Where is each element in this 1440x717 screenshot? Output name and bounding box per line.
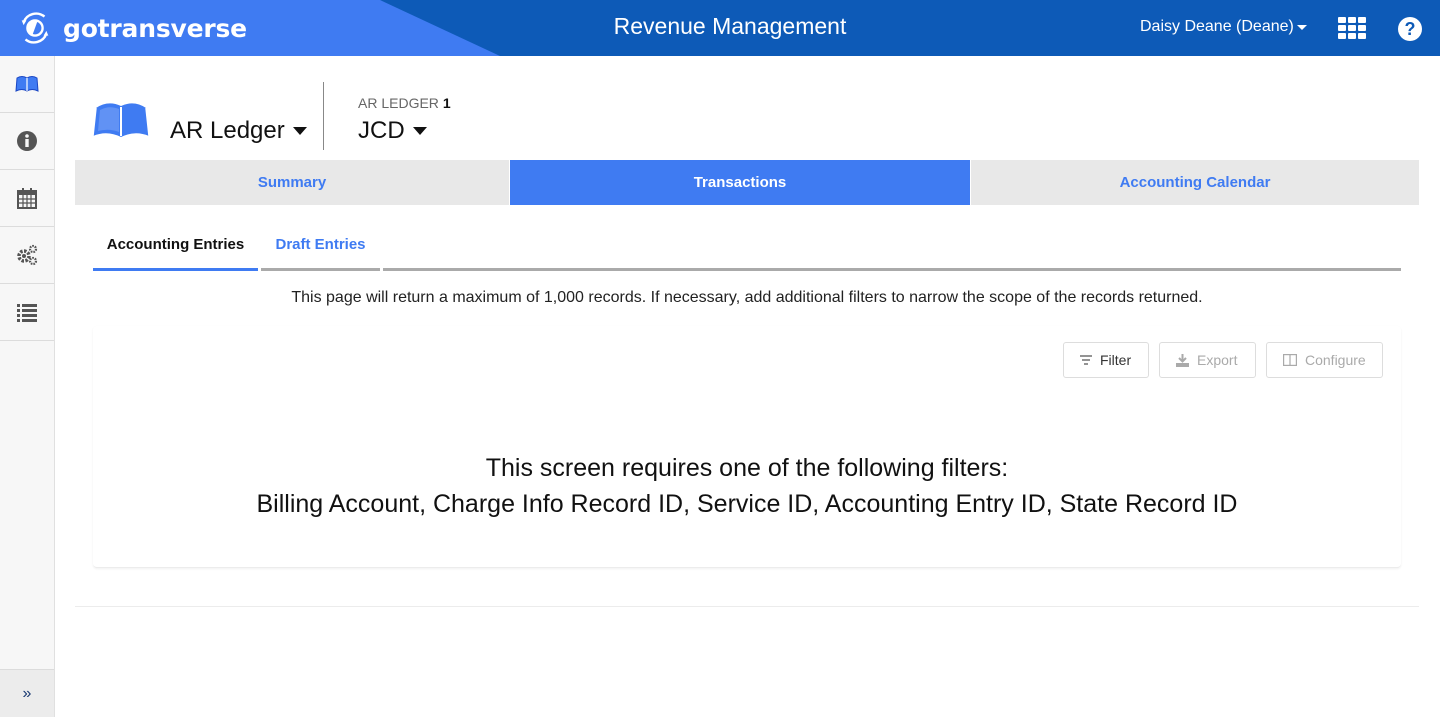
filter-icon xyxy=(1080,355,1092,365)
ledger-type-label: AR Ledger xyxy=(170,117,285,144)
caret-down-icon xyxy=(412,127,427,135)
double-chevron-right-icon: » xyxy=(22,684,32,702)
grid-icon[interactable] xyxy=(1338,17,1366,39)
tab-transactions[interactable]: Transactions xyxy=(510,160,970,205)
calendar-icon xyxy=(17,188,37,209)
sub-tabs: Accounting Entries Draft Entries xyxy=(93,226,1401,271)
export-button[interactable]: Export xyxy=(1159,342,1256,378)
info-icon xyxy=(17,131,37,151)
brand-name: gotransverse xyxy=(63,13,247,43)
sidebar-item-ledger[interactable] xyxy=(0,56,54,113)
help-icon[interactable]: ? xyxy=(1398,17,1422,41)
user-menu[interactable]: Daisy Deane (Deane) xyxy=(1140,18,1307,36)
columns-icon xyxy=(1283,354,1297,366)
subtab-underline-filler xyxy=(383,226,1401,271)
ledger-type-dropdown[interactable]: AR Ledger xyxy=(170,117,307,145)
sidebar-item-list[interactable] xyxy=(0,284,54,341)
table-toolbar: Filter Export Configure xyxy=(1063,342,1383,378)
tab-summary[interactable]: Summary xyxy=(75,160,510,205)
gears-icon xyxy=(17,244,38,266)
tab-accounting-calendar[interactable]: Accounting Calendar xyxy=(970,160,1419,205)
header-divider xyxy=(323,82,324,150)
gotransverse-logo-icon xyxy=(21,12,49,44)
configure-button[interactable]: Configure xyxy=(1266,342,1383,378)
sidebar: » xyxy=(0,56,55,717)
subtab-draft-entries[interactable]: Draft Entries xyxy=(261,226,380,271)
list-icon xyxy=(17,304,37,322)
requirement-line-2: Billing Account, Charge Info Record ID, … xyxy=(256,490,1238,518)
filter-requirement-message: This screen requires one of the followin… xyxy=(93,450,1401,522)
sidebar-item-calendar[interactable] xyxy=(0,170,54,227)
export-label: Export xyxy=(1197,352,1238,368)
subtab-accounting-entries[interactable]: Accounting Entries xyxy=(93,226,258,271)
download-icon xyxy=(1176,353,1189,367)
requirement-line-1: This screen requires one of the followin… xyxy=(485,454,1009,482)
entries-panel: Filter Export Configure This screen requ… xyxy=(93,326,1401,568)
filter-button[interactable]: Filter xyxy=(1063,342,1149,378)
caret-down-icon xyxy=(292,127,307,135)
sidebar-item-settings[interactable] xyxy=(0,227,54,284)
app-title: Revenue Management xyxy=(613,13,847,39)
caret-down-icon xyxy=(1296,24,1307,30)
subtitle-label: AR LEDGER xyxy=(358,95,439,111)
brand-logo[interactable]: gotransverse xyxy=(16,8,247,48)
ledger-subtitle: AR LEDGER 1 xyxy=(358,95,451,111)
subtitle-number: 1 xyxy=(442,95,451,111)
user-name: Daisy Deane (Deane) xyxy=(1140,18,1294,35)
ledger-name-label: JCD xyxy=(358,117,405,144)
book-icon xyxy=(15,76,39,92)
filter-label: Filter xyxy=(1100,352,1132,368)
configure-label: Configure xyxy=(1305,352,1366,368)
sidebar-expand-button[interactable]: » xyxy=(0,669,54,717)
content-bottom-divider xyxy=(75,606,1419,607)
ledger-name-dropdown[interactable]: JCD xyxy=(358,117,427,145)
sidebar-item-info[interactable] xyxy=(0,113,54,170)
top-bar: gotransverse Revenue Management Daisy De… xyxy=(0,0,1440,56)
records-limit-notice: This page will return a maximum of 1,000… xyxy=(291,289,1203,306)
ledger-book-icon xyxy=(92,103,150,137)
main-tabs: Summary Transactions Accounting Calendar xyxy=(75,160,1419,205)
